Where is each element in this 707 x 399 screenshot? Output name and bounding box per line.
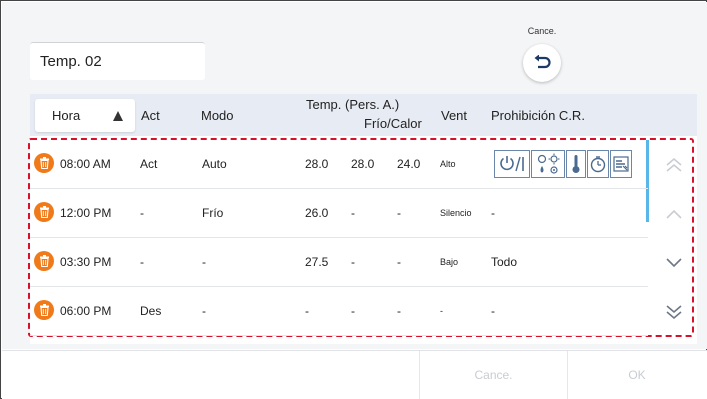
temperature-icon [566, 150, 586, 178]
row-modo: Auto [202, 157, 227, 171]
row-temp-heat: - [397, 255, 401, 269]
scroll-down-icon[interactable] [662, 251, 686, 275]
row-temp-set: 27.5 [305, 255, 329, 269]
row-temp-heat: 24.0 [397, 157, 421, 171]
table-row[interactable]: 03:30 PM - - 27.5 - - Bajo Todo [30, 238, 648, 287]
row-time: 08:00 AM [60, 157, 111, 171]
trash-icon[interactable] [34, 300, 54, 320]
row-vent: - [440, 306, 443, 316]
row-temp-set: 28.0 [305, 157, 329, 171]
sort-ascending-icon [113, 111, 123, 121]
header-act: Act [141, 108, 160, 123]
table-row[interactable]: 12:00 PM - Frío 26.0 - - Silencio - [30, 189, 648, 238]
cancel-top-label: Cance. [527, 26, 557, 36]
row-act: Act [140, 157, 158, 171]
cancel-top-button[interactable] [523, 44, 561, 82]
row-modo: Frío [202, 206, 224, 220]
table-header: Hora Act Modo Temp. (Pers. A.) Frío/Calo… [30, 94, 697, 136]
sort-label: Hora [52, 108, 81, 123]
header-vent: Vent [441, 108, 468, 123]
row-prohibition: - [491, 304, 495, 318]
schedule-edit-screen: Temp. 02 Cance. Hora Act Modo Temp. (Per… [0, 0, 707, 399]
power-icon [494, 150, 530, 178]
row-time: 12:00 PM [60, 206, 112, 220]
trash-icon[interactable] [34, 251, 54, 271]
selected-rows-region: 08:00 AM Act Auto 28.0 28.0 24.0 Alto 12… [28, 138, 694, 337]
table-row[interactable]: 08:00 AM Act Auto 28.0 28.0 24.0 Alto [30, 140, 648, 189]
ok-button[interactable]: OK [567, 351, 706, 399]
row-temp-set: 26.0 [305, 206, 329, 220]
prohibition-icons [494, 150, 633, 178]
header-modo: Modo [201, 108, 234, 123]
page-up-icon[interactable] [662, 153, 686, 177]
row-vent: Silencio [440, 208, 472, 218]
row-vent: Bajo [440, 257, 459, 267]
row-act: - [140, 255, 144, 269]
header-frio-calor: Frío/Calor [364, 116, 422, 131]
row-modo: - [202, 304, 206, 318]
mode-icon [531, 150, 565, 178]
row-prohibition: Todo [491, 255, 518, 269]
row-time: 06:00 PM [60, 304, 112, 318]
sort-time-button[interactable]: Hora [35, 99, 135, 132]
row-temp-cool: 28.0 [351, 157, 375, 171]
vent-icon [610, 150, 632, 178]
page-down-icon[interactable] [662, 300, 686, 324]
cancel-button[interactable]: Cance. [419, 351, 567, 399]
trash-icon[interactable] [34, 202, 54, 222]
row-prohibition: - [491, 206, 495, 220]
scroll-up-icon[interactable] [662, 202, 686, 226]
schedule-name-field[interactable]: Temp. 02 [30, 42, 205, 80]
table-row[interactable]: 06:00 PM Des - - - - - - [30, 287, 648, 336]
row-vent: Alto [440, 159, 456, 169]
row-act: Des [140, 304, 162, 318]
row-time: 03:30 PM [60, 255, 112, 269]
row-modo: - [202, 255, 206, 269]
row-temp-heat: - [397, 206, 401, 220]
schedule-table: Hora Act Modo Temp. (Pers. A.) Frío/Calo… [28, 94, 697, 344]
content-area: Temp. 02 Cance. Hora Act Modo Temp. (Per… [2, 2, 707, 349]
row-temp-cool: - [351, 206, 355, 220]
row-temp-cool: - [351, 255, 355, 269]
header-temp: Temp. (Pers. A.) [306, 97, 400, 112]
row-temp-set: - [305, 304, 309, 318]
row-temp-cool: - [351, 304, 355, 318]
header-prohibicion: Prohibición C.R. [491, 108, 585, 123]
timer-icon [587, 150, 609, 178]
footer-bar: Cance. OK [2, 350, 707, 399]
row-temp-heat: - [397, 304, 401, 318]
undo-arrow-icon [534, 55, 551, 69]
row-act: - [140, 206, 144, 220]
trash-icon[interactable] [34, 153, 54, 173]
